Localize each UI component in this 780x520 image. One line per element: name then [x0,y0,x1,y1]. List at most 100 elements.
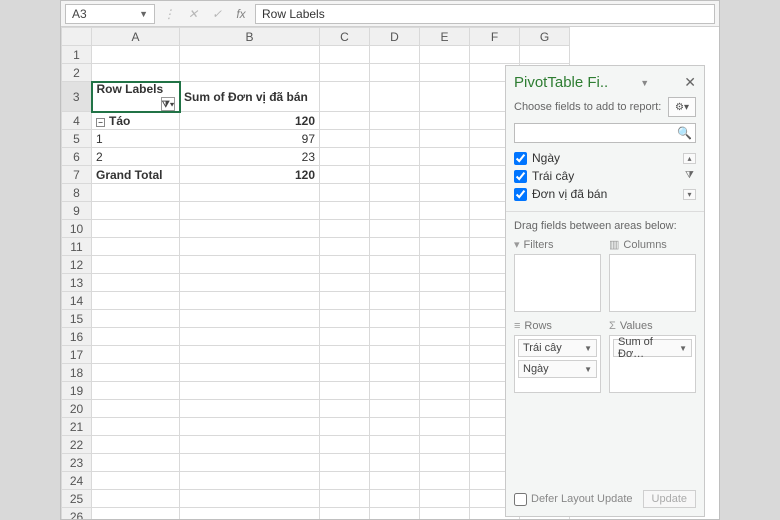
cell[interactable] [320,508,370,520]
cell[interactable] [92,454,180,472]
cell[interactable] [180,490,320,508]
scroll-up-icon[interactable]: ▴ [683,153,696,164]
cell[interactable] [92,202,180,220]
row-header[interactable]: 24 [62,472,92,490]
cell[interactable] [370,400,420,418]
cell[interactable] [420,292,470,310]
cell[interactable] [420,220,470,238]
row-header[interactable]: 8 [62,184,92,202]
cell[interactable] [370,166,420,184]
field-chip[interactable]: Sum of Đơ…▼ [613,339,692,357]
cell[interactable] [370,292,420,310]
cell[interactable] [370,274,420,292]
cell[interactable] [320,46,370,64]
cell[interactable] [420,148,470,166]
cell[interactable] [320,292,370,310]
cell[interactable] [320,82,370,112]
formula-input[interactable]: Row Labels [255,4,715,24]
col-header-C[interactable]: C [320,28,370,46]
cell[interactable] [320,166,370,184]
cell[interactable] [92,238,180,256]
cell[interactable] [320,436,370,454]
row-header[interactable]: 4 [62,112,92,130]
cell[interactable] [180,220,320,238]
gear-icon[interactable]: ⚙▾ [668,97,696,117]
cell[interactable] [420,328,470,346]
filter-dropdown-icon[interactable]: ⧩▾ [161,97,175,111]
cell[interactable] [420,400,470,418]
cell[interactable] [420,472,470,490]
cell[interactable] [420,346,470,364]
confirm-icon[interactable]: ✓ [207,4,227,24]
cell[interactable] [180,184,320,202]
col-header-G[interactable]: G [520,28,570,46]
cell[interactable] [320,382,370,400]
cell[interactable] [320,418,370,436]
cell[interactable] [520,46,570,64]
close-icon[interactable]: ✕ [684,74,696,91]
cell[interactable] [370,418,420,436]
cell[interactable] [320,130,370,148]
cancel-icon[interactable]: ✕ [183,4,203,24]
scroll-down-icon[interactable]: ▾ [683,189,696,200]
cell[interactable] [180,454,320,472]
cell[interactable] [320,490,370,508]
cell[interactable] [370,454,420,472]
cell[interactable] [420,382,470,400]
row-header[interactable]: 13 [62,274,92,292]
cell[interactable] [92,64,180,82]
cell[interactable] [92,184,180,202]
cell[interactable] [370,64,420,82]
cell[interactable] [320,454,370,472]
cell[interactable] [370,238,420,256]
defer-update-checkbox[interactable]: Defer Layout Update [514,493,633,506]
cell[interactable] [370,256,420,274]
row-header[interactable]: 6 [62,148,92,166]
cell[interactable] [320,220,370,238]
field-row[interactable]: Ngày ▴ [514,149,696,167]
row-header[interactable]: 14 [62,292,92,310]
row-header[interactable]: 17 [62,346,92,364]
cell[interactable] [180,508,320,520]
cell[interactable] [370,436,420,454]
values-dropzone[interactable]: Sum of Đơ…▼ [609,335,696,393]
cell[interactable] [180,292,320,310]
row-header[interactable]: 11 [62,238,92,256]
cell[interactable]: −Táo [92,112,180,130]
cell[interactable] [180,382,320,400]
cell[interactable] [420,82,470,112]
row-header[interactable]: 3 [62,82,92,112]
cell[interactable] [420,184,470,202]
cell[interactable] [180,256,320,274]
row-header[interactable]: 5 [62,130,92,148]
cell[interactable] [420,46,470,64]
field-search-input[interactable] [514,123,696,143]
cell[interactable] [370,184,420,202]
cell[interactable] [320,310,370,328]
cell[interactable] [92,220,180,238]
row-header[interactable]: 18 [62,364,92,382]
filter-icon[interactable]: ⧩ [683,171,696,182]
cell[interactable] [370,472,420,490]
row-header[interactable]: 22 [62,436,92,454]
field-chip[interactable]: Ngày▼ [518,360,597,378]
cell[interactable] [470,46,520,64]
row-header[interactable]: 25 [62,490,92,508]
cell[interactable] [92,400,180,418]
cell[interactable]: 23 [180,148,320,166]
cell[interactable] [180,274,320,292]
cell[interactable] [370,46,420,64]
cell[interactable] [370,148,420,166]
cell[interactable] [92,472,180,490]
spreadsheet-grid[interactable]: A B C D E F G 123Row Labels⧩▾Sum of Đơn … [61,27,570,519]
cell[interactable] [370,130,420,148]
cell[interactable] [320,64,370,82]
cell[interactable] [370,310,420,328]
row-header[interactable]: 2 [62,64,92,82]
cell[interactable] [320,202,370,220]
cell[interactable] [92,346,180,364]
cell[interactable]: 97 [180,130,320,148]
row-header[interactable]: 19 [62,382,92,400]
cell[interactable] [320,184,370,202]
row-header[interactable]: 21 [62,418,92,436]
